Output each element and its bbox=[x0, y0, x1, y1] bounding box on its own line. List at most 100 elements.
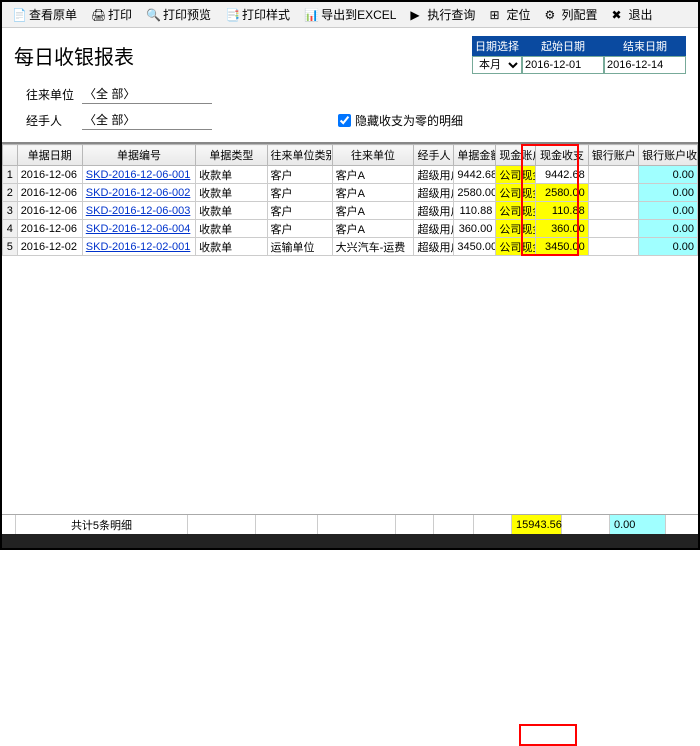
cell-type: 收款单 bbox=[196, 166, 267, 184]
export-excel-button[interactable]: 📊导出到EXCEL bbox=[298, 4, 402, 25]
cell-date: 2016-12-02 bbox=[17, 238, 82, 256]
col-acct[interactable]: 现金账户 bbox=[496, 145, 536, 166]
cell-bankio: 0.00 bbox=[639, 184, 698, 202]
print-style-button[interactable]: 📑打印样式 bbox=[219, 4, 296, 25]
col-type[interactable]: 单据类型 bbox=[196, 145, 267, 166]
locate-button[interactable]: ⊞定位 bbox=[483, 4, 536, 25]
cell-rownum: 5 bbox=[3, 238, 18, 256]
data-grid[interactable]: 单据日期 单据编号 单据类型 往来单位类别 往来单位 经手人 单据金额 现金账户… bbox=[2, 144, 698, 256]
cell-acct: 公司现金 bbox=[496, 166, 536, 184]
col-unit[interactable]: 往来单位 bbox=[332, 145, 414, 166]
cell-cat: 客户 bbox=[267, 220, 332, 238]
run-icon: ▶ bbox=[410, 8, 424, 22]
cell-doc[interactable]: SKD-2016-12-06-002 bbox=[82, 184, 195, 202]
unit-label: 往来单位 bbox=[26, 86, 76, 103]
cell-acct: 公司现金 bbox=[496, 184, 536, 202]
print-button[interactable]: 🖨打印 bbox=[85, 4, 138, 25]
cell-type: 收款单 bbox=[196, 220, 267, 238]
date-end-header: 结束日期 bbox=[604, 36, 686, 56]
operator-label: 经手人 bbox=[26, 112, 76, 129]
col-op[interactable]: 经手人 bbox=[414, 145, 454, 166]
header-row: 单据日期 单据编号 单据类型 往来单位类别 往来单位 经手人 单据金额 现金账户… bbox=[3, 145, 698, 166]
cell-cat: 客户 bbox=[267, 184, 332, 202]
footer-summary: 共计5条明细 15943.56 0.00 bbox=[2, 514, 698, 534]
highlight-box-cash-total bbox=[519, 724, 577, 746]
col-cash[interactable]: 现金收支 bbox=[536, 145, 588, 166]
cell-op: 超级用户 bbox=[414, 238, 454, 256]
excel-icon: 📊 bbox=[304, 8, 318, 22]
cell-doc[interactable]: SKD-2016-12-06-003 bbox=[82, 202, 195, 220]
cell-amt: 110.88 bbox=[454, 202, 496, 220]
cell-cash: 2580.00 bbox=[536, 184, 588, 202]
cell-bankio: 0.00 bbox=[639, 238, 698, 256]
summary-text: 共计5条明细 bbox=[16, 515, 188, 534]
start-date-input[interactable] bbox=[522, 56, 604, 74]
cell-rownum: 1 bbox=[3, 166, 18, 184]
unit-field[interactable]: 〈全 部〉 bbox=[82, 84, 212, 104]
cell-cash: 360.00 bbox=[536, 220, 588, 238]
print-preview-button[interactable]: 🔍打印预览 bbox=[140, 4, 217, 25]
hide-zero-label: 隐藏收支为零的明细 bbox=[355, 112, 463, 129]
operator-field[interactable]: 〈全 部〉 bbox=[82, 110, 212, 130]
cell-bank bbox=[588, 202, 638, 220]
cell-cat: 客户 bbox=[267, 202, 332, 220]
cell-rownum: 3 bbox=[3, 202, 18, 220]
cell-rownum: 4 bbox=[3, 220, 18, 238]
cell-unit: 客户A bbox=[332, 184, 414, 202]
style-icon: 📑 bbox=[225, 8, 239, 22]
cell-doc[interactable]: SKD-2016-12-02-001 bbox=[82, 238, 195, 256]
exit-icon: ✖ bbox=[611, 8, 625, 22]
cell-cash: 9442.68 bbox=[536, 166, 588, 184]
view-source-button[interactable]: 📄查看原单 bbox=[6, 4, 83, 25]
cell-bank bbox=[588, 184, 638, 202]
cash-total: 15943.56 bbox=[512, 515, 562, 534]
cell-unit: 客户A bbox=[332, 166, 414, 184]
cell-type: 收款单 bbox=[196, 184, 267, 202]
filter-panel: 往来单位 〈全 部〉 经手人 〈全 部〉 隐藏收支为零的明细 bbox=[2, 80, 698, 142]
cell-op: 超级用户 bbox=[414, 202, 454, 220]
col-doc[interactable]: 单据编号 bbox=[82, 145, 195, 166]
col-rownum[interactable] bbox=[3, 145, 18, 166]
cell-doc[interactable]: SKD-2016-12-06-004 bbox=[82, 220, 195, 238]
column-config-button[interactable]: ⚙列配置 bbox=[538, 4, 603, 25]
period-select[interactable]: 本月 bbox=[472, 56, 522, 74]
cell-bank bbox=[588, 166, 638, 184]
bank-total: 0.00 bbox=[610, 515, 666, 534]
cell-rownum: 2 bbox=[3, 184, 18, 202]
run-query-button[interactable]: ▶执行查询 bbox=[404, 4, 481, 25]
cell-cash: 110.88 bbox=[536, 202, 588, 220]
hide-zero-input[interactable] bbox=[338, 114, 351, 127]
cell-op: 超级用户 bbox=[414, 166, 454, 184]
col-amt[interactable]: 单据金额 bbox=[454, 145, 496, 166]
preview-icon: 🔍 bbox=[146, 8, 160, 22]
doc-icon: 📄 bbox=[12, 8, 26, 22]
cell-op: 超级用户 bbox=[414, 184, 454, 202]
date-select-header: 日期选择 bbox=[472, 36, 522, 56]
cell-type: 收款单 bbox=[196, 238, 267, 256]
col-cat[interactable]: 往来单位类别 bbox=[267, 145, 332, 166]
table-row[interactable]: 52016-12-02SKD-2016-12-02-001收款单运输单位大兴汽车… bbox=[3, 238, 698, 256]
hide-zero-checkbox[interactable]: 隐藏收支为零的明细 bbox=[338, 112, 463, 129]
cell-date: 2016-12-06 bbox=[17, 184, 82, 202]
config-icon: ⚙ bbox=[544, 8, 558, 22]
cell-bankio: 0.00 bbox=[639, 220, 698, 238]
cell-op: 超级用户 bbox=[414, 220, 454, 238]
cell-unit: 大兴汽车-运费 bbox=[332, 238, 414, 256]
col-bank[interactable]: 银行账户 bbox=[588, 145, 638, 166]
cell-date: 2016-12-06 bbox=[17, 220, 82, 238]
cell-doc[interactable]: SKD-2016-12-06-001 bbox=[82, 166, 195, 184]
date-start-header: 起始日期 bbox=[522, 36, 604, 56]
cell-cat: 客户 bbox=[267, 166, 332, 184]
col-date[interactable]: 单据日期 bbox=[17, 145, 82, 166]
table-row[interactable]: 22016-12-06SKD-2016-12-06-002收款单客户客户A超级用… bbox=[3, 184, 698, 202]
status-bar bbox=[2, 534, 698, 548]
table-row[interactable]: 42016-12-06SKD-2016-12-06-004收款单客户客户A超级用… bbox=[3, 220, 698, 238]
cell-bankio: 0.00 bbox=[639, 202, 698, 220]
end-date-input[interactable] bbox=[604, 56, 686, 74]
table-row[interactable]: 32016-12-06SKD-2016-12-06-003收款单客户客户A超级用… bbox=[3, 202, 698, 220]
col-bankio[interactable]: 银行账户收支 bbox=[639, 145, 698, 166]
cell-unit: 客户A bbox=[332, 220, 414, 238]
cell-acct: 公司现金 bbox=[496, 220, 536, 238]
exit-button[interactable]: ✖退出 bbox=[605, 4, 658, 25]
table-row[interactable]: 12016-12-06SKD-2016-12-06-001收款单客户客户A超级用… bbox=[3, 166, 698, 184]
